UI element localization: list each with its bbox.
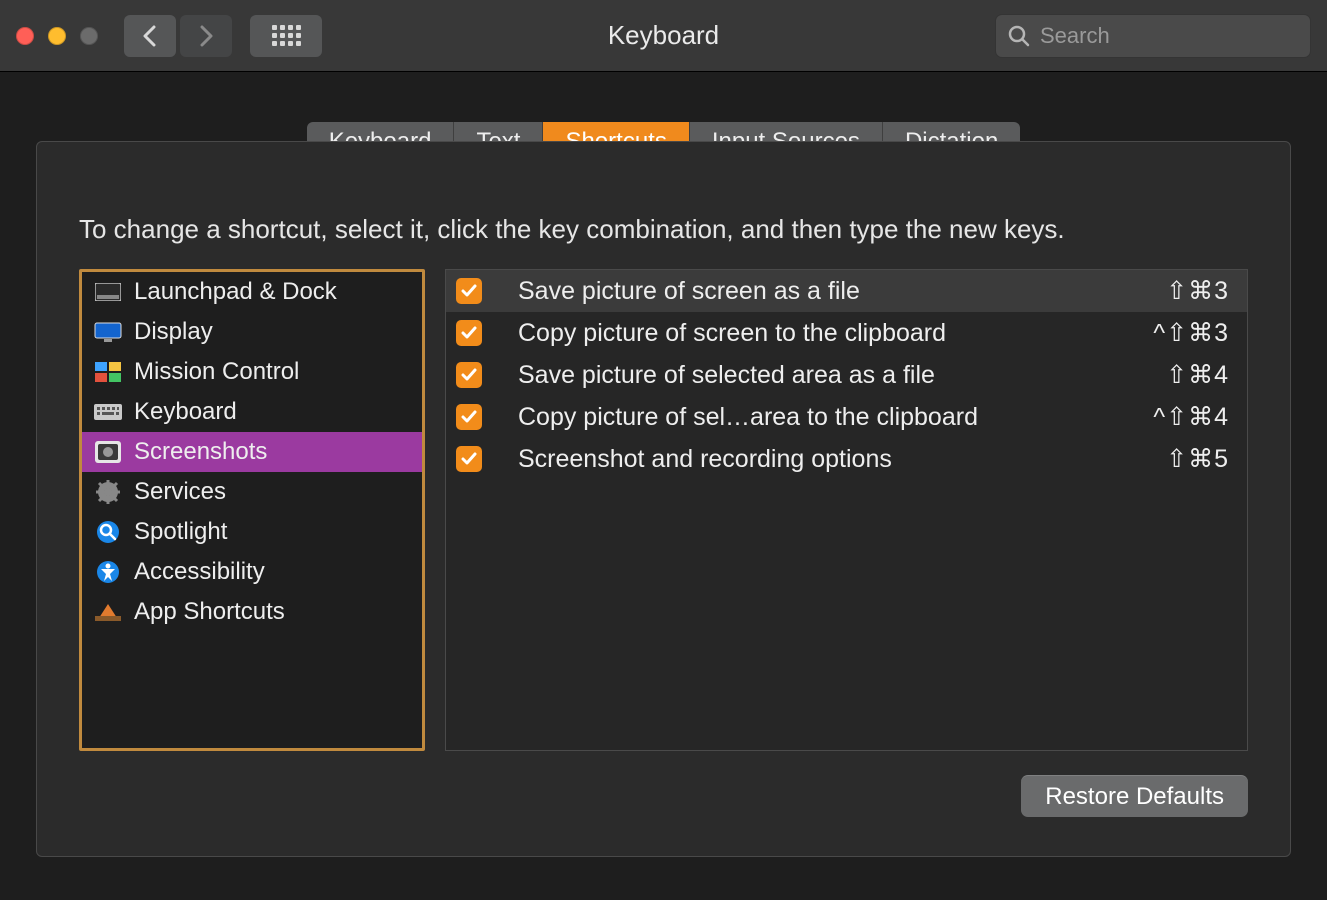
category-launchpad-dock[interactable]: Launchpad & Dock	[82, 272, 422, 312]
shortcut-label: Save picture of screen as a file	[518, 277, 1152, 306]
shortcut-label: Screenshot and recording options	[518, 445, 1152, 474]
search-icon	[1008, 25, 1030, 47]
check-icon	[461, 410, 477, 424]
keyboard-icon	[94, 400, 122, 424]
category-label: Services	[134, 478, 226, 506]
category-label: Keyboard	[134, 398, 237, 426]
restore-defaults-button[interactable]: Restore Defaults	[1021, 775, 1248, 817]
category-keyboard[interactable]: Keyboard	[82, 392, 422, 432]
window-title: Keyboard	[608, 20, 719, 51]
shortcut-row[interactable]: Screenshot and recording options ⇧⌘5	[446, 438, 1247, 480]
category-label: Screenshots	[134, 438, 267, 466]
check-icon	[461, 452, 477, 466]
check-icon	[461, 284, 477, 298]
mission-icon	[94, 360, 122, 384]
category-list[interactable]: Launchpad & Dock Display Mission Control Ke…	[79, 269, 425, 751]
category-app-shortcuts[interactable]: App Shortcuts	[82, 592, 422, 632]
search-field-wrap[interactable]	[995, 14, 1311, 58]
category-mission-control[interactable]: Mission Control	[82, 352, 422, 392]
shortcut-label: Copy picture of screen to the clipboard	[518, 319, 1139, 348]
shortcut-keys[interactable]: ⇧⌘3	[1166, 276, 1229, 306]
category-spotlight[interactable]: Spotlight	[82, 512, 422, 552]
shortcut-keys[interactable]: ⇧⌘5	[1166, 444, 1229, 474]
window-controls	[16, 27, 98, 45]
minimize-window-button[interactable]	[48, 27, 66, 45]
shortcut-label: Copy picture of sel…area to the clipboar…	[518, 403, 1139, 432]
camera-icon	[94, 440, 122, 464]
accessibility-icon	[94, 560, 122, 584]
shortcut-row[interactable]: Copy picture of screen to the clipboard ^…	[446, 312, 1247, 354]
nav-buttons	[124, 15, 232, 57]
close-window-button[interactable]	[16, 27, 34, 45]
shortcut-row[interactable]: Save picture of screen as a file ⇧⌘3	[446, 270, 1247, 312]
panel-area: KeyboardTextShortcutsInput SourcesDictat…	[0, 72, 1327, 893]
check-icon	[461, 326, 477, 340]
enable-checkbox[interactable]	[456, 320, 482, 346]
shortcut-keys[interactable]: ⇧⌘4	[1166, 360, 1229, 390]
grid-icon	[272, 25, 301, 46]
search-input[interactable]	[1040, 23, 1327, 49]
restore-wrap: Restore Defaults	[79, 775, 1248, 817]
spotlight-icon	[94, 520, 122, 544]
category-accessibility[interactable]: Accessibility	[82, 552, 422, 592]
instruction-text: To change a shortcut, select it, click t…	[79, 214, 1248, 245]
show-all-button[interactable]	[250, 15, 322, 57]
shortcut-keys[interactable]: ^⇧⌘3	[1153, 318, 1229, 348]
columns: Launchpad & Dock Display Mission Control Ke…	[79, 269, 1248, 751]
gear-icon	[94, 480, 122, 504]
category-label: Spotlight	[134, 518, 227, 546]
enable-checkbox[interactable]	[456, 446, 482, 472]
toolbar: Keyboard	[0, 0, 1327, 72]
enable-checkbox[interactable]	[456, 404, 482, 430]
app-icon	[94, 600, 122, 624]
display-icon	[94, 320, 122, 344]
shortcut-row[interactable]: Save picture of selected area as a file ⇧…	[446, 354, 1247, 396]
forward-button[interactable]	[180, 15, 232, 57]
category-label: Accessibility	[134, 558, 265, 586]
chevron-left-icon	[142, 25, 158, 47]
category-label: Mission Control	[134, 358, 299, 386]
shortcut-label: Save picture of selected area as a file	[518, 361, 1152, 390]
enable-checkbox[interactable]	[456, 362, 482, 388]
shortcut-list[interactable]: Save picture of screen as a file ⇧⌘3 Copy …	[445, 269, 1248, 751]
category-label: App Shortcuts	[134, 598, 285, 626]
zoom-window-button[interactable]	[80, 27, 98, 45]
category-services[interactable]: Services	[82, 472, 422, 512]
back-button[interactable]	[124, 15, 176, 57]
chevron-right-icon	[198, 25, 214, 47]
category-label: Launchpad & Dock	[134, 278, 337, 306]
enable-checkbox[interactable]	[456, 278, 482, 304]
category-display[interactable]: Display	[82, 312, 422, 352]
check-icon	[461, 368, 477, 382]
launchpad-icon	[94, 280, 122, 304]
category-label: Display	[134, 318, 213, 346]
category-screenshots[interactable]: Screenshots	[82, 432, 422, 472]
shortcuts-panel: To change a shortcut, select it, click t…	[36, 141, 1291, 857]
shortcut-keys[interactable]: ^⇧⌘4	[1153, 402, 1229, 432]
shortcut-row[interactable]: Copy picture of sel…area to the clipboar…	[446, 396, 1247, 438]
